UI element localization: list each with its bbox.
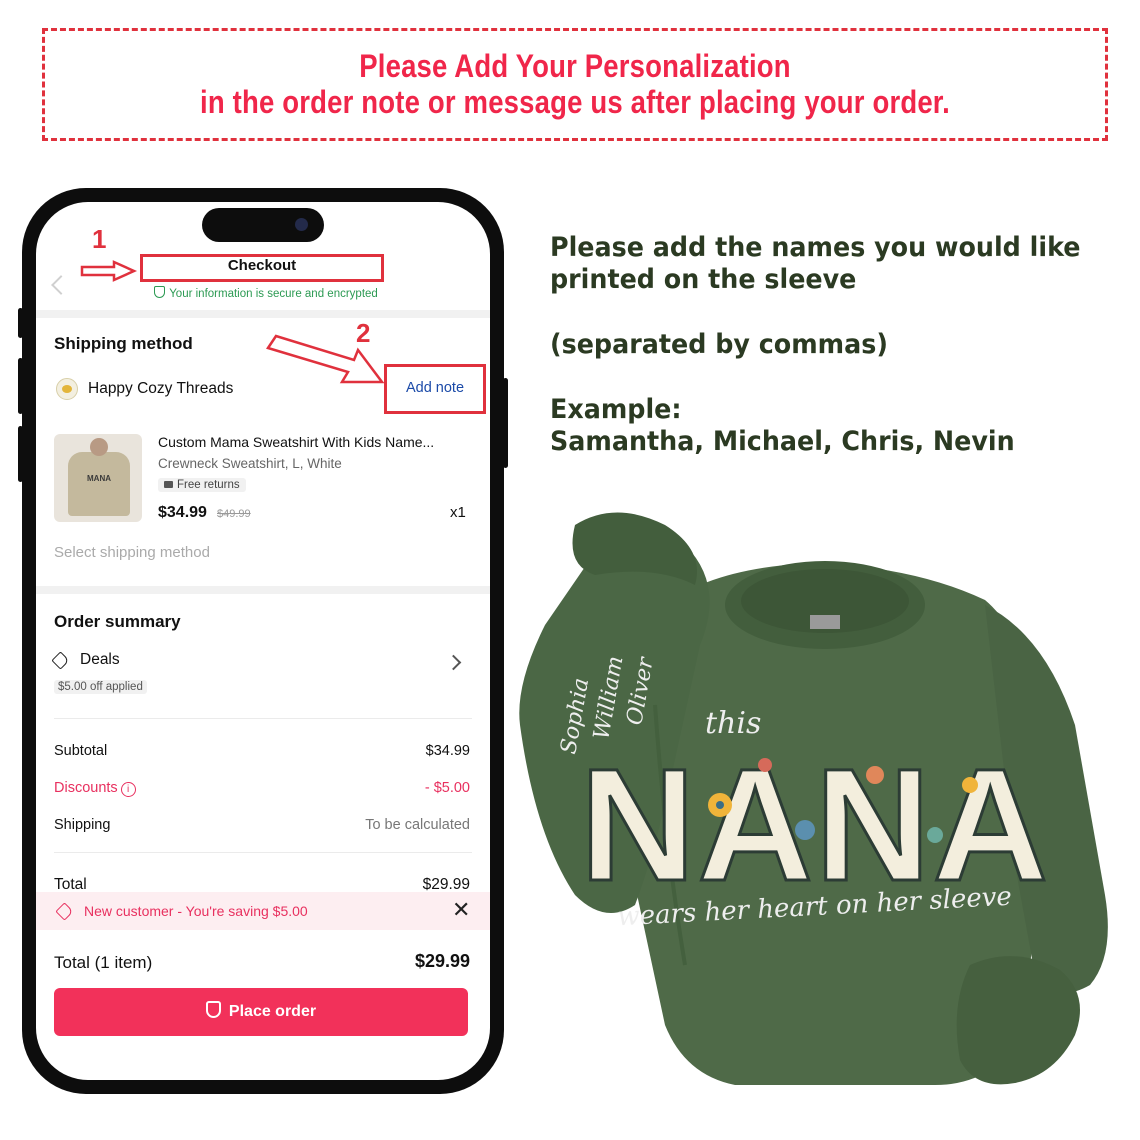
deals-label[interactable]: Deals	[80, 651, 120, 669]
step-1-arrow-icon	[80, 260, 138, 282]
instruction-line-1: Please add the names you would like	[550, 232, 1081, 263]
place-order-button[interactable]: Place order	[54, 988, 468, 1036]
chevron-right-icon[interactable]	[445, 654, 462, 671]
info-icon[interactable]: i	[120, 782, 136, 797]
return-box-icon	[164, 481, 173, 488]
shipping-label: Shipping	[54, 817, 111, 833]
sweatshirt-thumb-body	[68, 452, 130, 516]
product-variant: Crewneck Sweatshirt, L, White	[158, 456, 342, 471]
footer-total-label: Total (1 item)	[54, 953, 153, 972]
flower-center	[716, 801, 724, 809]
step-2-arrow-icon	[266, 334, 385, 384]
place-order-label: Place order	[228, 1003, 317, 1020]
shield-icon	[154, 286, 166, 298]
product-original-price: $49.99	[217, 508, 251, 520]
flower-icon	[927, 827, 943, 843]
section-divider	[36, 586, 490, 594]
step-1-label: 1	[92, 224, 107, 254]
small-word: this	[705, 706, 761, 741]
phone-mockup: 1 Checkout Your information is secure an…	[18, 188, 508, 1094]
product-name[interactable]: Custom Mama Sweatshirt With Kids Name...	[158, 434, 434, 450]
camera-icon	[295, 218, 308, 231]
shop-name: Happy Cozy Threads	[88, 380, 234, 397]
add-note-button[interactable]: Add note	[384, 380, 486, 396]
flower-icon	[962, 777, 978, 793]
phone-volume-up	[18, 358, 23, 414]
shield-icon	[205, 1001, 221, 1018]
instruction-example-names: Samantha, Michael, Chris, Nevin	[550, 426, 1015, 457]
flower-icon	[795, 820, 815, 840]
sweatshirt-image: NANA this wears her heart on her sleeve …	[515, 505, 1140, 1120]
discounts-value: - $5.00	[424, 780, 470, 796]
divider	[54, 718, 472, 719]
free-returns-badge: Free returns	[158, 478, 246, 492]
section-divider	[36, 310, 490, 318]
phone-action-button	[18, 308, 23, 338]
tag-icon	[51, 651, 70, 670]
neck-label	[810, 615, 840, 629]
footer-total-value: $29.99	[414, 951, 470, 971]
order-summary-title: Order summary	[54, 612, 181, 631]
discounts-row-label[interactable]: Discounts i	[54, 780, 136, 797]
new-customer-text: New customer - You're saving $5.00	[84, 903, 308, 919]
instruction-example-label: Example:	[550, 394, 682, 425]
thumbnail-print-text: MANA	[87, 474, 111, 483]
secure-text: Your information is secure and encrypted	[169, 288, 378, 300]
banner-line-2: in the order note or message us after pl…	[200, 84, 950, 120]
page-title: Checkout	[227, 257, 297, 274]
model-head	[90, 438, 108, 456]
right-cuff	[956, 956, 1080, 1085]
subtotal-value: $34.99	[425, 743, 470, 759]
free-returns-label: Free returns	[177, 479, 240, 491]
subtotal-label: Subtotal	[54, 743, 108, 759]
back-arrow-icon[interactable]	[51, 275, 71, 295]
checkout-screen: 1 Checkout Your information is secure an…	[36, 202, 490, 1080]
flower-icon	[866, 766, 884, 784]
phone-power-button	[503, 378, 508, 468]
phone-volume-down	[18, 426, 23, 482]
deals-badge: $5.00 off applied	[54, 680, 147, 694]
discounts-label: Discounts	[54, 780, 118, 796]
product-thumbnail: MANA	[54, 434, 142, 522]
banner-line-1: Please Add Your Personalization	[359, 48, 791, 84]
secure-notice: Your information is secure and encrypted	[136, 286, 396, 300]
flower-icon	[758, 758, 772, 772]
shipping-section-title: Shipping method	[54, 334, 193, 353]
shipping-value: To be calculated	[365, 817, 470, 833]
product-quantity: x1	[450, 504, 466, 521]
dynamic-island	[202, 208, 324, 242]
close-icon[interactable]: ✕	[452, 898, 470, 922]
select-shipping-method[interactable]: Select shipping method	[54, 544, 210, 561]
instruction-line-2: printed on the sleeve	[550, 264, 857, 295]
personalization-banner: Please Add Your Personalization in the o…	[42, 28, 1108, 141]
instruction-line-3: (separated by commas)	[550, 329, 888, 360]
sweatshirt-illustration: NANA this wears her heart on her sleeve …	[519, 512, 1108, 1085]
shop-logo-icon	[56, 378, 78, 400]
product-price: $34.99	[158, 504, 207, 521]
divider	[54, 852, 472, 853]
